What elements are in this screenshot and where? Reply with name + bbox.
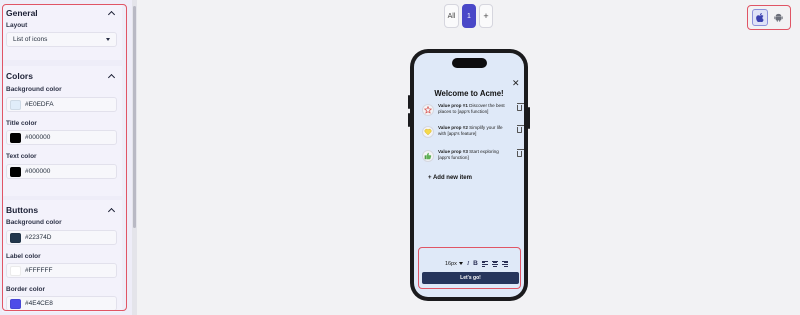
title-color-label: Title color bbox=[6, 120, 37, 127]
border-color-value: #4E4CE8 bbox=[25, 300, 53, 307]
align-center-icon[interactable] bbox=[491, 260, 498, 267]
trash-icon[interactable] bbox=[516, 103, 524, 111]
title-color-input[interactable]: #000000 bbox=[6, 130, 117, 145]
background-color-value: #E0EDFA bbox=[25, 101, 54, 108]
add-new-item-button[interactable]: + Add new item bbox=[428, 175, 472, 181]
trash-icon[interactable] bbox=[516, 125, 524, 133]
text-color-label: Text color bbox=[6, 153, 37, 160]
buttons-section-title: Buttons bbox=[6, 205, 39, 215]
value-prop-item[interactable]: Value prop #2 Simplify your life with [a… bbox=[422, 125, 524, 138]
sidebar-scrollbar-thumb[interactable] bbox=[133, 6, 136, 228]
label-color-input[interactable]: #FFFFFF bbox=[6, 263, 117, 278]
layout-select-value: List of icons bbox=[13, 36, 48, 43]
label-color-label: Label color bbox=[6, 253, 41, 260]
buttons-section-header[interactable]: Buttons bbox=[6, 205, 116, 216]
border-color-input[interactable]: #4E4CE8 bbox=[6, 296, 117, 311]
label-color-value: #FFFFFF bbox=[25, 267, 53, 274]
label-color-swatch[interactable] bbox=[10, 265, 21, 276]
chevron-up-icon[interactable] bbox=[107, 207, 116, 216]
platform-toggle bbox=[747, 5, 791, 30]
welcome-title[interactable]: Welcome to Acme! bbox=[414, 89, 524, 98]
colors-section-header[interactable]: Colors bbox=[6, 71, 116, 82]
tab-variant-1[interactable]: 1 bbox=[462, 4, 476, 28]
title-color-swatch[interactable] bbox=[10, 132, 21, 143]
chevron-down-icon bbox=[106, 38, 110, 41]
value-prop-text[interactable]: Value prop #2 Simplify your life with [a… bbox=[438, 125, 511, 137]
tab-all[interactable]: All bbox=[444, 4, 459, 28]
layout-select[interactable]: List of icons bbox=[6, 32, 117, 47]
value-prop-item[interactable]: Value prop #3 Start exploring [app's fun… bbox=[422, 149, 524, 162]
general-section: General Layout List of icons bbox=[2, 4, 122, 60]
phone-power-button bbox=[528, 107, 530, 129]
add-variant-button[interactable]: + bbox=[479, 4, 493, 28]
value-prop-text[interactable]: Value prop #3 Start exploring [app's fun… bbox=[438, 149, 511, 161]
layout-label: Layout bbox=[6, 22, 28, 29]
text-color-value: #000000 bbox=[25, 168, 51, 175]
colors-section: Colors Background color #E0EDFA Title co… bbox=[2, 66, 122, 196]
chevron-up-icon[interactable] bbox=[107, 10, 116, 19]
buttons-section: Buttons Background color #22374D Label c… bbox=[2, 200, 122, 312]
dynamic-island bbox=[452, 58, 487, 68]
font-size-select[interactable]: 16px bbox=[445, 261, 463, 267]
border-color-swatch[interactable] bbox=[10, 298, 21, 309]
background-color-label: Background color bbox=[6, 86, 62, 93]
variant-tabs: All 1 + bbox=[444, 4, 493, 28]
button-background-color-label: Background color bbox=[6, 219, 62, 226]
phone-volume-button bbox=[408, 113, 410, 127]
text-format-toolbar: 16px I B bbox=[419, 257, 520, 270]
trash-icon[interactable] bbox=[516, 149, 524, 157]
button-background-color-swatch[interactable] bbox=[10, 232, 21, 243]
apple-icon bbox=[756, 13, 764, 22]
italic-button[interactable]: I bbox=[467, 260, 469, 267]
value-prop-text[interactable]: Value prop #1 Discover the best places t… bbox=[438, 103, 511, 115]
background-color-swatch[interactable] bbox=[10, 99, 21, 110]
phone-volume-button bbox=[408, 95, 410, 109]
settings-panel: General Layout List of icons Colors Back… bbox=[0, 0, 135, 315]
background-color-input[interactable]: #E0EDFA bbox=[6, 97, 117, 112]
chevron-down-icon bbox=[458, 262, 463, 265]
chevron-up-icon[interactable] bbox=[107, 73, 116, 82]
general-section-header[interactable]: General bbox=[6, 8, 116, 19]
colors-section-title: Colors bbox=[6, 71, 33, 81]
font-size-value: 16px bbox=[445, 260, 457, 267]
text-color-input[interactable]: #000000 bbox=[6, 164, 117, 179]
button-background-color-value: #22374D bbox=[25, 234, 52, 241]
value-prop-item[interactable]: Value prop #1 Discover the best places t… bbox=[422, 103, 524, 116]
close-icon[interactable]: ✕ bbox=[512, 79, 520, 88]
cta-button[interactable]: Let's go! bbox=[422, 272, 519, 284]
star-icon[interactable] bbox=[422, 104, 434, 116]
align-left-icon[interactable] bbox=[481, 260, 488, 267]
align-right-icon[interactable] bbox=[501, 260, 508, 267]
general-section-title: General bbox=[6, 8, 38, 18]
title-color-value: #000000 bbox=[25, 134, 51, 141]
bold-button[interactable]: B bbox=[473, 260, 478, 267]
button-background-color-input[interactable]: #22374D bbox=[6, 230, 117, 245]
border-color-label: Border color bbox=[6, 286, 46, 293]
android-platform-button[interactable] bbox=[770, 9, 786, 26]
ios-platform-button[interactable] bbox=[752, 9, 768, 26]
android-icon bbox=[773, 13, 783, 22]
heart-icon[interactable] bbox=[422, 126, 434, 138]
text-color-swatch[interactable] bbox=[10, 166, 21, 177]
thumbs-up-icon[interactable] bbox=[422, 150, 434, 162]
